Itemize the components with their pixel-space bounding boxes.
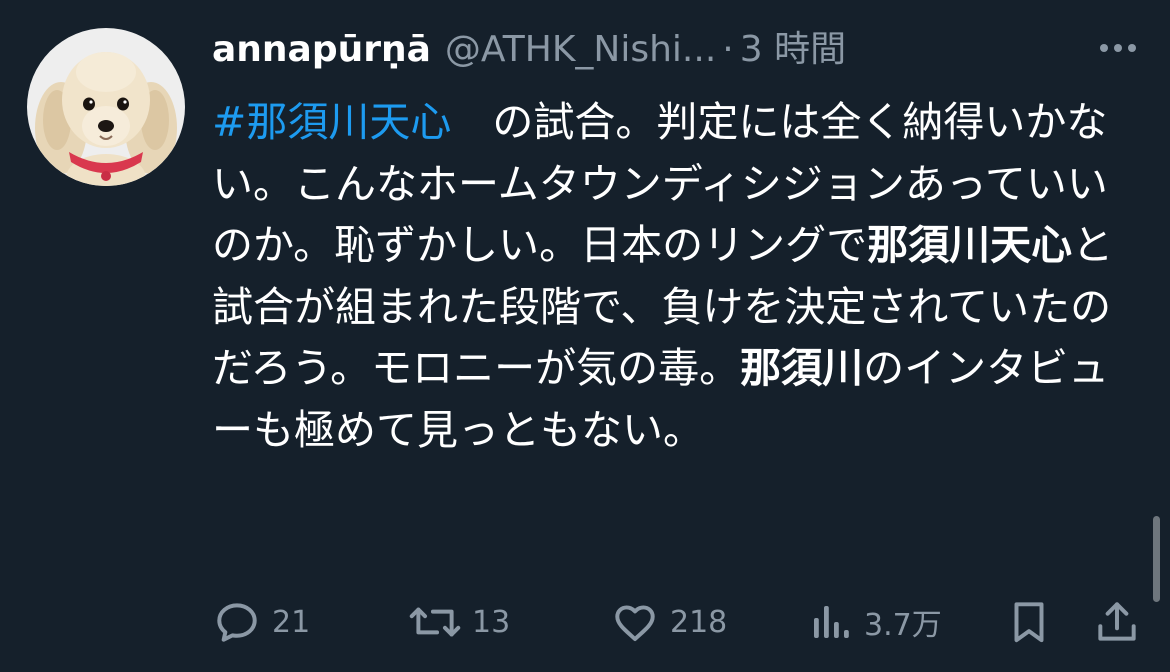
user-handle[interactable]: @ATHK_Nishi... <box>445 22 716 78</box>
reply-count: 21 <box>272 604 311 640</box>
dog-avatar-image <box>27 28 185 186</box>
display-name[interactable]: annapūrṇā <box>212 22 431 78</box>
views-button[interactable]: 3.7万 <box>810 592 942 652</box>
more-horizontal-icon <box>1100 44 1136 52</box>
retweet-count: 13 <box>472 604 511 640</box>
views-count: 3.7万 <box>864 608 942 643</box>
bookmark-icon <box>1014 602 1044 643</box>
highlighted-term: 那須川天心 <box>867 221 1073 269</box>
timestamp[interactable]: 3 時間 <box>740 22 846 78</box>
retweet-button[interactable]: 13 <box>408 592 510 652</box>
share-button[interactable] <box>1092 592 1142 652</box>
scrollbar[interactable] <box>1153 516 1160 602</box>
tweet: annapūrṇā @ATHK_Nishi... · 3 時間 #那須川天心 の… <box>0 0 1170 672</box>
highlighted-term: 那須川 <box>740 344 864 392</box>
views-bar-chart-icon <box>814 606 849 638</box>
more-options-button[interactable] <box>1092 24 1144 72</box>
like-count: 218 <box>670 604 728 640</box>
heart-icon <box>615 605 655 642</box>
share-upload-icon <box>1098 602 1136 641</box>
tweet-text: #那須川天心 の試合。判定には全く納得いかない。こんなホームタウンディシジョンあ… <box>212 92 1117 461</box>
hashtag-link[interactable]: #那須川天心 <box>212 98 451 146</box>
separator-dot: · <box>722 29 734 70</box>
reply-button[interactable]: 21 <box>212 592 310 652</box>
like-button[interactable]: 218 <box>610 592 727 652</box>
retweet-icon <box>409 607 461 637</box>
avatar[interactable] <box>27 28 185 186</box>
reply-icon <box>217 603 257 642</box>
tweet-actions: 21 13 218 3.7万 <box>212 592 1152 652</box>
tweet-header: annapūrṇā @ATHK_Nishi... · 3 時間 <box>212 22 1132 78</box>
bookmark-button[interactable] <box>1004 592 1054 652</box>
